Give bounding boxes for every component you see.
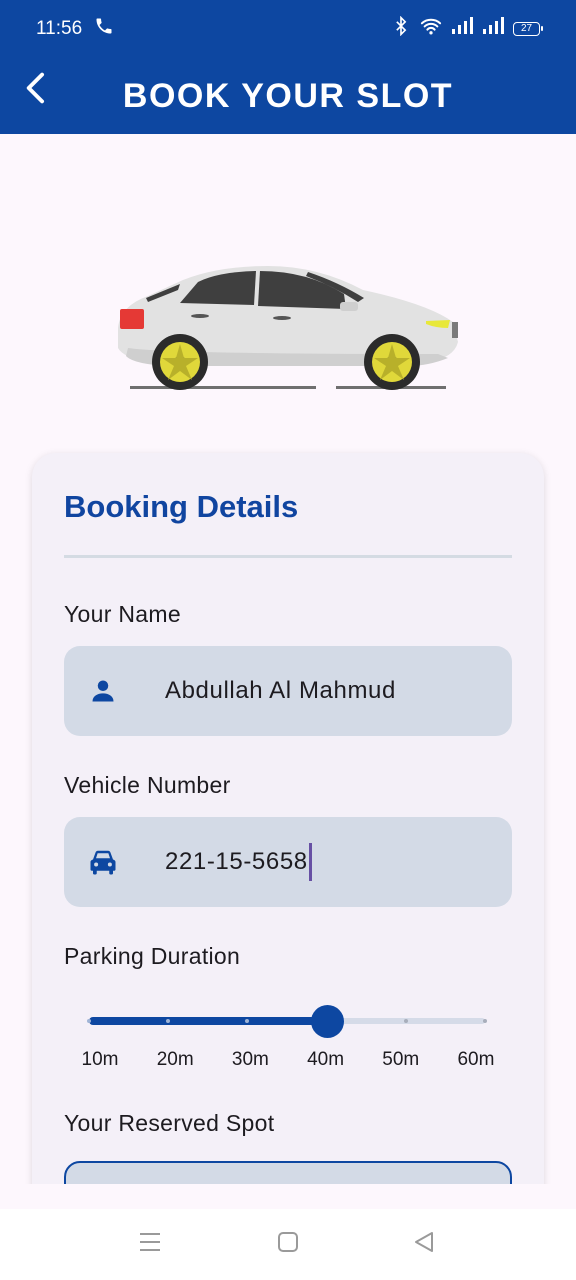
car-icon — [88, 847, 118, 877]
back-button[interactable] — [16, 70, 56, 110]
battery-icon: 27 — [513, 22, 543, 36]
duration-tick-label: 60m — [457, 1049, 495, 1070]
person-icon — [88, 676, 118, 706]
chevron-left-icon — [21, 71, 51, 110]
home-square-icon — [276, 1230, 300, 1259]
page-title: BOOK YOUR SLOT — [122, 76, 454, 115]
vehicle-label: Vehicle Number — [64, 772, 231, 798]
nav-back-button[interactable] — [404, 1224, 444, 1264]
signal-icon — [482, 17, 504, 41]
bluetooth-icon — [391, 15, 411, 42]
status-bar: 11:56 27 — [0, 0, 576, 58]
menu-button[interactable] — [130, 1224, 170, 1264]
duration-tick-label: 20m — [156, 1049, 194, 1070]
slider-active-track — [89, 1017, 327, 1025]
wifi-icon — [420, 16, 442, 42]
slider-stop-dot — [403, 1019, 408, 1023]
text-caret — [308, 843, 312, 881]
menu-icon — [138, 1231, 162, 1258]
divider — [64, 555, 512, 558]
name-field[interactable]: Abdullah Al Mahmud — [64, 646, 512, 736]
duration-tick-labels: 10m 20m 30m 40m 50m 60m — [80, 1049, 496, 1071]
slider-stop-dot — [87, 1019, 91, 1023]
status-time: 11:56 — [36, 18, 83, 39]
signal-icon — [451, 17, 473, 41]
slider-thumb[interactable] — [310, 1005, 344, 1038]
vehicle-number-field[interactable]: 221-15-5658 — [64, 817, 512, 907]
home-button[interactable] — [268, 1224, 308, 1264]
duration-tick-label: 10m — [81, 1049, 119, 1070]
spot-label: Your Reserved Spot — [64, 1110, 275, 1136]
vehicle-value-text: 221-15-5658 — [165, 848, 308, 875]
booking-details-card: Booking Details Your Name Abdullah Al Ma… — [32, 453, 544, 1213]
back-triangle-icon — [412, 1230, 436, 1259]
slider-stop-dot — [483, 1019, 487, 1023]
car-illustration — [108, 258, 468, 396]
duration-label: Parking Duration — [64, 943, 241, 969]
duration-tick-label: 50m — [382, 1049, 420, 1070]
name-value: Abdullah Al Mahmud — [165, 677, 396, 704]
card-title: Booking Details — [64, 489, 299, 524]
phone-icon — [94, 16, 114, 42]
vehicle-value: 221-15-5658 — [165, 843, 312, 881]
name-label: Your Name — [64, 601, 181, 627]
duration-tick-label: 40m — [307, 1049, 345, 1070]
app-bar: BOOK YOUR SLOT — [0, 58, 576, 134]
duration-tick-label: 30m — [231, 1049, 269, 1070]
duration-slider[interactable] — [87, 1002, 487, 1042]
